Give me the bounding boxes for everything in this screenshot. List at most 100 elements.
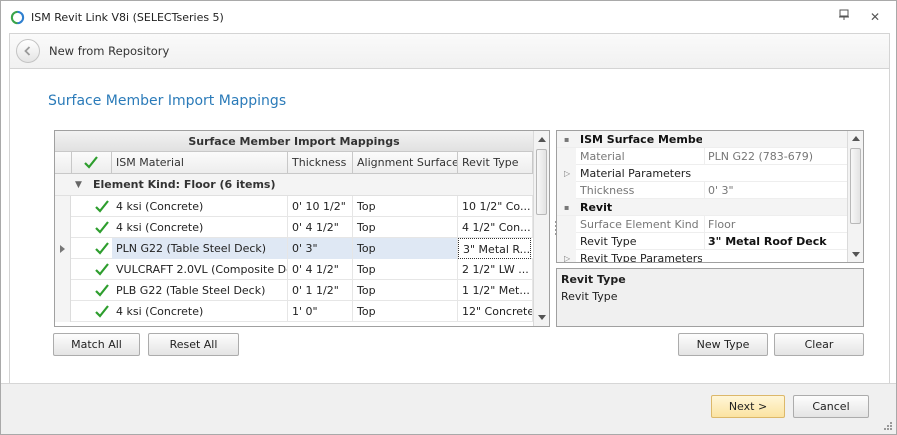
checkmark-icon[interactable]: [95, 200, 109, 213]
collapse-icon[interactable]: ▪: [564, 131, 569, 148]
cell-ism-material[interactable]: PLN G22 (Table Steel Deck): [112, 238, 288, 259]
arrow-left-icon: [24, 46, 31, 56]
cell-alignment-surface[interactable]: Top: [353, 259, 458, 280]
cell-ism-material[interactable]: 4 ksi (Concrete): [112, 217, 288, 238]
cell-ism-material[interactable]: 4 ksi (Concrete): [112, 301, 288, 322]
row-indicator: [55, 301, 71, 322]
table-row[interactable]: 4 ksi (Concrete) 0' 10 1/2" Top 10 1/2" …: [55, 196, 533, 217]
page-title: New from Repository: [49, 44, 170, 58]
dialog-window: ISM Revit Link V8i (SELECTseries 5) ✕ Ne…: [0, 0, 897, 435]
property-value[interactable]: PLN G22 (783-679): [704, 148, 847, 165]
reset-all-button[interactable]: Reset All: [148, 333, 239, 356]
scroll-thumb[interactable]: [536, 149, 547, 215]
help-pin-icon[interactable]: [834, 8, 854, 26]
column-header-alignment-surface[interactable]: Alignment Surface: [353, 152, 458, 174]
close-icon[interactable]: ✕: [865, 8, 885, 26]
cell-thickness[interactable]: 1' 0": [288, 301, 353, 322]
property-scrollbar[interactable]: [847, 131, 863, 262]
cell-alignment-surface[interactable]: Top: [353, 217, 458, 238]
cell-alignment-surface[interactable]: Top: [353, 196, 458, 217]
cell-thickness[interactable]: 0' 10 1/2": [288, 196, 353, 217]
column-header-ism-material[interactable]: ISM Material: [112, 152, 288, 174]
cell-revit-type-focused[interactable]: 3" Metal R...: [458, 238, 531, 259]
property-row-revit-type[interactable]: Revit Type 3" Metal Roof Deck: [557, 233, 847, 250]
table-row-selected[interactable]: PLN G22 (Table Steel Deck) 0' 3" Top 3" …: [55, 238, 533, 259]
property-value[interactable]: Floor: [704, 216, 847, 233]
table-row[interactable]: PLB G22 (Table Steel Deck) 0' 1 1/2" Top…: [55, 280, 533, 301]
grid-scrollbar[interactable]: [533, 131, 549, 326]
description-text: Revit Type: [561, 290, 618, 303]
cell-ism-material[interactable]: VULCRAFT 2.0VL (Composite Deck): [112, 259, 288, 280]
cell-thickness[interactable]: 0' 1 1/2": [288, 280, 353, 301]
property-description-panel: Revit Type Revit Type: [556, 268, 864, 327]
checkmark-icon[interactable]: [95, 305, 109, 318]
cell-revit-type[interactable]: 12" Concrete: [458, 301, 533, 322]
table-row[interactable]: 4 ksi (Concrete) 1' 0" Top 12" Concrete: [55, 301, 533, 322]
property-value[interactable]: 0' 3": [704, 182, 847, 199]
clear-button[interactable]: Clear: [774, 333, 864, 356]
property-row-material[interactable]: Material PLN G22 (783-679): [557, 148, 847, 165]
property-grid[interactable]: ▪ ISM Surface Member Material PLN G22 (7…: [556, 130, 864, 263]
row-indicator: [55, 238, 71, 259]
check-column-header[interactable]: [72, 152, 112, 174]
row-indicator: [55, 259, 71, 280]
row-indicator: [55, 280, 71, 301]
current-row-arrow-icon: [60, 245, 65, 253]
new-type-button[interactable]: New Type: [678, 333, 768, 356]
main-content: Surface Member Import Mappings Surface M…: [9, 69, 890, 383]
window-title: ISM Revit Link V8i (SELECTseries 5): [31, 11, 224, 24]
app-refresh-icon: [10, 10, 25, 25]
cell-thickness[interactable]: 0' 4 1/2": [288, 259, 353, 280]
column-header-thickness[interactable]: Thickness: [288, 152, 353, 174]
scroll-down-icon[interactable]: [538, 315, 546, 320]
property-row-surface-element-kind[interactable]: Surface Element Kind Floor: [557, 216, 847, 233]
resize-grip-icon[interactable]: [883, 421, 893, 431]
cell-revit-type[interactable]: 1 1/2" Met...: [458, 280, 533, 301]
cell-alignment-surface[interactable]: Top: [353, 280, 458, 301]
indicator-column-header: [55, 152, 72, 174]
scroll-up-icon[interactable]: [852, 136, 860, 141]
column-header-revit-type[interactable]: Revit Type: [458, 152, 533, 174]
property-category[interactable]: ▪ ISM Surface Member: [557, 131, 847, 148]
cell-revit-type[interactable]: 10 1/2" Co...: [458, 196, 533, 217]
table-row[interactable]: VULCRAFT 2.0VL (Composite Deck) 0' 4 1/2…: [55, 259, 533, 280]
description-title: Revit Type: [561, 273, 626, 286]
property-value[interactable]: 3" Metal Roof Deck: [704, 233, 847, 250]
property-name: Surface Element Kind: [580, 218, 699, 231]
navigation-bar: New from Repository: [9, 33, 890, 69]
cell-ism-material[interactable]: PLB G22 (Table Steel Deck): [112, 280, 288, 301]
property-name: Revit Type: [580, 235, 637, 248]
checkmark-icon[interactable]: [95, 221, 109, 234]
collapse-chevron-icon[interactable]: ▼: [75, 174, 82, 196]
property-row-thickness[interactable]: Thickness 0' 3": [557, 182, 847, 199]
scroll-up-icon[interactable]: [538, 137, 546, 142]
expand-chevron-icon[interactable]: ▷: [564, 250, 570, 262]
footer-bar: Next > Cancel: [1, 383, 896, 434]
mappings-grid[interactable]: Surface Member Import Mappings ISM Mater…: [54, 130, 550, 327]
property-row-material-parameters[interactable]: ▷ Material Parameters: [557, 165, 847, 182]
property-row-revit-type-parameters[interactable]: ▷ Revit Type Parameters: [557, 250, 847, 262]
cancel-button[interactable]: Cancel: [793, 395, 869, 418]
row-indicator: [55, 196, 71, 217]
next-button[interactable]: Next >: [711, 395, 785, 418]
scroll-down-icon[interactable]: [852, 252, 860, 257]
expand-chevron-icon[interactable]: ▷: [564, 165, 570, 182]
cell-alignment-surface[interactable]: Top: [353, 301, 458, 322]
checkmark-icon[interactable]: [95, 242, 109, 255]
property-name: Material Parameters: [580, 167, 692, 180]
group-row-floor[interactable]: ▼ Element Kind: Floor (6 items): [55, 174, 533, 196]
collapse-icon[interactable]: ▪: [564, 199, 569, 216]
scroll-thumb[interactable]: [850, 148, 861, 224]
cell-thickness[interactable]: 0' 4 1/2": [288, 217, 353, 238]
cell-thickness[interactable]: 0' 3": [288, 238, 353, 259]
checkmark-icon[interactable]: [95, 263, 109, 276]
table-row[interactable]: 4 ksi (Concrete) 0' 4 1/2" Top 4 1/2" Co…: [55, 217, 533, 238]
cell-revit-type[interactable]: 2 1/2" LW ...: [458, 259, 533, 280]
match-all-button[interactable]: Match All: [53, 333, 140, 356]
property-category[interactable]: ▪ Revit: [557, 199, 847, 216]
cell-revit-type[interactable]: 4 1/2" Con...: [458, 217, 533, 238]
cell-alignment-surface[interactable]: Top: [353, 238, 458, 259]
checkmark-icon[interactable]: [95, 284, 109, 297]
back-button[interactable]: [16, 39, 40, 63]
cell-ism-material[interactable]: 4 ksi (Concrete): [112, 196, 288, 217]
